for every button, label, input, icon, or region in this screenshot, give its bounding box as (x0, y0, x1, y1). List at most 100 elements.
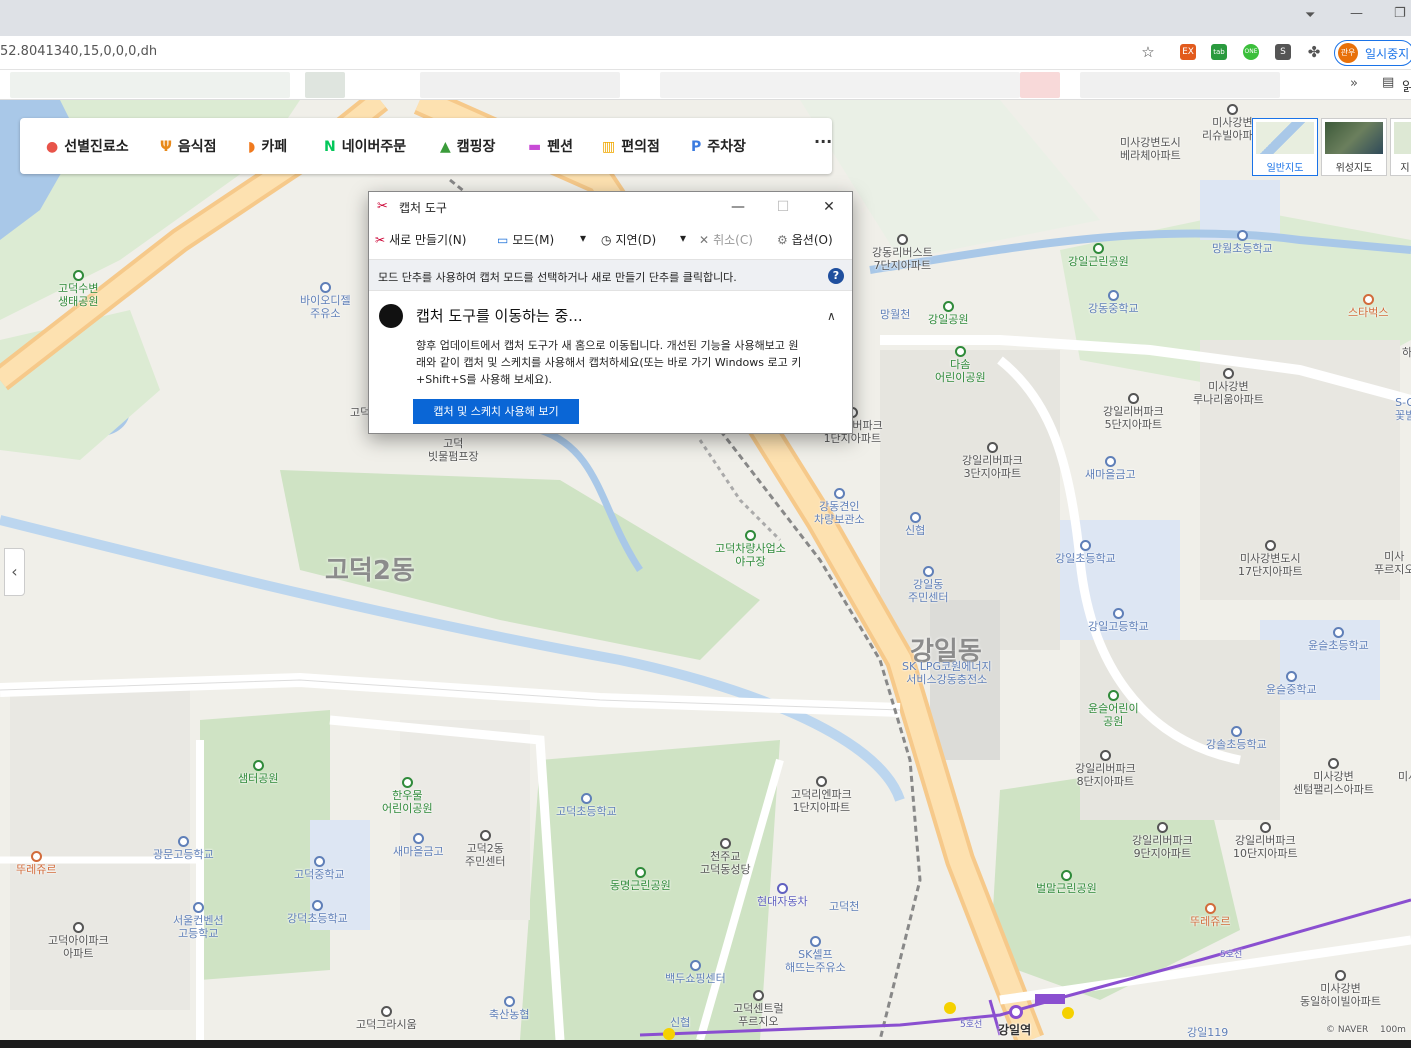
map-label-bank[interactable]: 새마을금고 (393, 833, 444, 858)
mode-button[interactable]: ▭ 모드(M) (497, 231, 554, 248)
category-convenience-store[interactable]: ▥ 편의점 (602, 136, 660, 156)
map-label-park[interactable]: 다솜 어린이공원 (935, 346, 986, 384)
extension-tab-icon[interactable]: tab (1211, 44, 1227, 60)
map-label-fire-station[interactable]: 강일119 (1187, 1026, 1228, 1039)
map-label-apartment[interactable]: 미사강변 루나리움아파트 (1193, 368, 1264, 406)
category-restaurant[interactable]: Ψ 음식점 (160, 136, 217, 156)
map-label-pump-station[interactable]: 고덕 빗물펌프장 (428, 437, 479, 463)
map-label-school[interactable]: 강덕초등학교 (287, 900, 348, 925)
map-label-tow-yard[interactable]: 강동견인 차량보관소 (814, 488, 865, 526)
map-label-community-center[interactable]: 강일동 주민센터 (908, 566, 948, 604)
map-label-apartment[interactable]: 하 (1402, 346, 1411, 359)
map-label-bakery[interactable]: 뚜레쥬르 (16, 851, 56, 876)
map-label-gas-station[interactable]: SK셀프 해뜨는주유소 (785, 936, 846, 974)
map-label-apartment[interactable]: 미사강변도시 17단지아파트 (1238, 540, 1303, 578)
layer-normal-map[interactable]: 일반지도 (1252, 118, 1318, 176)
map-label-cafe[interactable]: 스타벅스 (1348, 294, 1388, 319)
map-label-school[interactable]: 강일고등학교 (1088, 608, 1149, 633)
collapse-chevron-up-icon[interactable]: ∧ (827, 309, 836, 323)
map-label-apartment[interactable]: S-O 꽃빌 (1395, 396, 1411, 422)
map-label-gas-station[interactable]: SK LPG코원에너지 서비스강동충전소 (902, 660, 992, 686)
profile-button[interactable]: 관우 일시중지 (1334, 40, 1411, 66)
map-label-stream[interactable]: 고덕천 (829, 900, 859, 913)
options-button[interactable]: ⚙ 옵션(O) (777, 231, 833, 248)
bookmark-item[interactable] (420, 72, 620, 98)
extension-one-icon[interactable]: ONE (1243, 44, 1259, 60)
extensions-puzzle-icon[interactable]: ✤ (1306, 44, 1322, 60)
map-label-apartment[interactable]: 강일리버파크 10단지아파트 (1233, 822, 1298, 860)
map-label-church[interactable]: 천주교 고덕동성당 (700, 838, 751, 876)
map-label-apartment[interactable]: 고덕아이파크 아파트 (48, 922, 109, 960)
map-label-school[interactable]: 강일초등학교 (1055, 540, 1116, 565)
map-label-apartment[interactable]: 미사강변도시 베라체아파트 (1120, 136, 1181, 162)
bookmark-item[interactable] (1080, 72, 1280, 98)
map-label-school[interactable]: 광문고등학교 (153, 836, 214, 861)
map-label-gas-station[interactable]: 바이오디젤 주유소 (300, 282, 351, 320)
mode-dropdown-icon[interactable]: ▾ (580, 231, 586, 245)
map-label-apartment[interactable]: 미사강변 동일하이빌아파트 (1300, 970, 1381, 1008)
extension-ex-icon[interactable]: EX (1180, 44, 1196, 60)
map-label-school[interactable]: 서울컨벤션 고등학교 (173, 902, 224, 940)
bookmark-star-icon[interactable]: ☆ (1140, 44, 1156, 60)
category-pension[interactable]: ▬ 펜션 (528, 136, 573, 156)
map-label-apartment[interactable]: 고덕그라시움 (356, 1006, 417, 1031)
map-label-park[interactable]: 샘터공원 (238, 760, 278, 785)
map-label-apartment[interactable]: 강일리버파크 3단지아파트 (962, 442, 1023, 480)
category-cafe[interactable]: ◗ 카페 (248, 136, 287, 156)
map-label-apartment[interactable]: 강일리버파크 9단지아파트 (1132, 822, 1193, 860)
map-label-park[interactable]: 동명근린공원 (610, 867, 671, 892)
bookmark-item[interactable] (10, 72, 290, 98)
extension-s-icon[interactable]: S (1275, 44, 1291, 60)
map-label-car-dealer[interactable]: 현대자동차 (757, 883, 808, 908)
map-label-school[interactable]: 강솔초등학교 (1206, 726, 1267, 751)
category-naver-order[interactable]: N 네이버주문 (324, 136, 406, 156)
category-camping[interactable]: ▲ 캠핑장 (440, 136, 495, 156)
map-label-school[interactable]: 강동중학교 (1088, 290, 1139, 315)
tab-search-icon[interactable]: ⏷ (1305, 8, 1315, 23)
map-label-bank[interactable]: 신협 (670, 1016, 690, 1029)
try-snip-sketch-button[interactable]: 캡처 및 스케치 사용해 보기 (413, 399, 579, 424)
panel-toggle-chevron-left-icon[interactable]: ‹ (4, 548, 25, 596)
map-label-bank[interactable]: 축산농협 (489, 996, 529, 1021)
url-field[interactable]: 52.8041340,15,0,0,0,dh (0, 44, 157, 59)
new-snip-button[interactable]: ✂ 새로 만들기(N) (375, 231, 466, 248)
map-label-community-center[interactable]: 고덕2동 주민센터 (465, 830, 505, 868)
bookmark-item[interactable] (305, 72, 345, 98)
map-label-park[interactable]: 강일공원 (928, 301, 968, 326)
map-label-school[interactable]: 윤슬초등학교 (1308, 627, 1369, 652)
delay-button[interactable]: ◷ 지연(D) (601, 231, 656, 248)
close-button[interactable]: ✕ (814, 196, 844, 218)
map-label-bakery[interactable]: 뚜레쥬르 (1190, 903, 1230, 928)
layer-terrain-map[interactable]: 지 (1390, 118, 1411, 176)
map-label-park[interactable]: 강일근린공원 (1068, 243, 1129, 268)
map-label-apartment[interactable]: 고덕리엔파크 1단지아파트 (791, 776, 852, 814)
map-label-apartment[interactable]: 강일리버파크 5단지아파트 (1103, 393, 1164, 431)
category-covid-clinic[interactable]: ● 선별진료소 (46, 136, 129, 156)
window-titlebar[interactable]: ✂ 캡처 도구 — ☐ ✕ (369, 192, 852, 222)
map-label-station[interactable]: 강일역 (998, 1024, 1031, 1037)
bookmark-item[interactable] (1020, 72, 1060, 98)
bookmarks-overflow-icon[interactable]: » (1350, 76, 1358, 91)
map-label-apartment[interactable]: 강일리버파크 8단지아파트 (1075, 750, 1136, 788)
map-label-school[interactable]: 망월초등학교 (1212, 230, 1273, 255)
map-label-park[interactable]: 윤슬어린이 공원 (1088, 690, 1139, 728)
minimize-button[interactable]: — (723, 196, 753, 218)
map-label-apartment[interactable]: 강동리버스트 7단지아파트 (872, 234, 933, 272)
map-label-apartment[interactable]: 미사 푸르지오 (1374, 550, 1411, 576)
map-label-park[interactable]: 한우물 어린이공원 (382, 777, 433, 815)
category-parking[interactable]: P 주차장 (691, 136, 746, 156)
map-label-school[interactable]: 고덕중학교 (294, 856, 345, 881)
map-label-apartment[interactable]: 고덕센트럴 푸르지오 (733, 990, 784, 1028)
layer-satellite-map[interactable]: 위성지도 (1321, 118, 1387, 176)
map-label-apartment[interactable]: 미사 (1398, 770, 1411, 783)
map-label-ballpark[interactable]: 고덕차량사업소 야구장 (715, 530, 786, 568)
restore-window-button[interactable]: ❐ (1394, 6, 1406, 21)
map-label-apartment[interactable]: 미사강변 센텀팰리스아파트 (1293, 758, 1374, 796)
delay-dropdown-icon[interactable]: ▾ (680, 231, 686, 245)
reading-list-icon[interactable]: ▤ (1382, 75, 1394, 90)
map-label-stream[interactable]: 망월천 (880, 308, 910, 321)
map-label-park[interactable]: 벌말근린공원 (1036, 870, 1097, 895)
map-label-shopping-center[interactable]: 백두쇼핑센터 (665, 960, 726, 985)
minimize-window-button[interactable]: — (1350, 6, 1363, 21)
map-label-bank[interactable]: 새마을금고 (1085, 456, 1136, 481)
